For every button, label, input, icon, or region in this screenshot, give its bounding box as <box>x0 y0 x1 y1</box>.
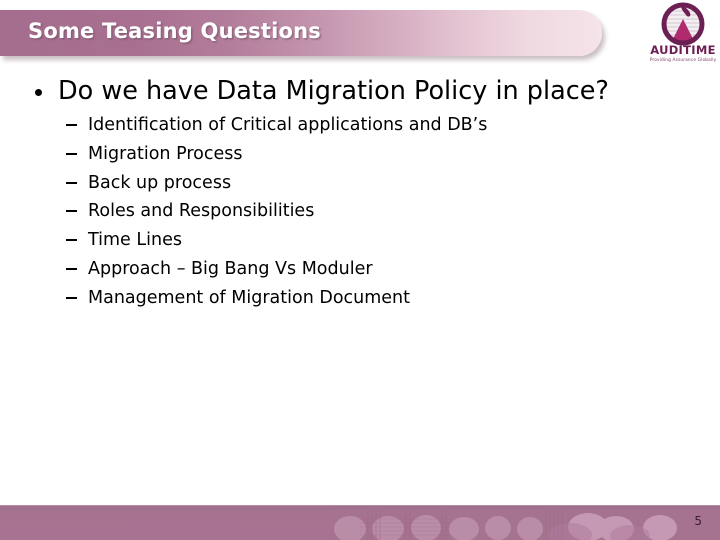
dash-bullet-icon <box>66 239 77 242</box>
list-item: Approach – Big Bang Vs Moduler <box>0 255 720 284</box>
list-item: Time Lines <box>0 226 720 255</box>
list-item: Management of Migration Document <box>0 284 720 313</box>
logo-wordmark: AUDITIME <box>648 43 718 57</box>
sub-bullet-text: Migration Process <box>88 143 243 164</box>
list-item: Roles and Responsibilities <box>0 197 720 226</box>
slide-content: Do we have Data Migration Policy in plac… <box>0 76 720 313</box>
page-title: Some Teasing Questions <box>28 19 321 43</box>
slide-title-banner: Some Teasing Questions <box>0 10 602 56</box>
sub-bullet-text: Time Lines <box>88 230 182 251</box>
dash-bullet-icon <box>66 267 77 270</box>
list-item: Identification of Critical applications … <box>0 111 720 140</box>
dash-bullet-icon <box>66 152 77 155</box>
dash-bullet-icon <box>66 296 77 299</box>
logo-tagline: Providing Assurance Globally <box>649 57 717 63</box>
auditime-logo: AUDITIME Providing Assurance Globally <box>648 2 718 68</box>
main-bullet-item: Do we have Data Migration Policy in plac… <box>0 76 720 107</box>
page-number: 5 <box>694 514 702 528</box>
bullet-dot-icon <box>35 89 42 96</box>
sub-bullet-text: Back up process <box>88 172 232 193</box>
main-bullet-text: Do we have Data Migration Policy in plac… <box>58 76 609 106</box>
dash-bullet-icon <box>66 181 77 184</box>
slide-footer-band: 5 <box>0 505 720 540</box>
list-item: Migration Process <box>0 140 720 169</box>
presentation-slide: Some Teasing Questions AUDITIME Providin… <box>0 0 720 540</box>
sub-bullet-text: Identification of Critical applications … <box>88 115 488 135</box>
dash-bullet-icon <box>66 124 77 126</box>
list-item: Back up process <box>0 169 720 198</box>
sub-bullet-text: Management of Migration Document <box>88 287 411 308</box>
sub-bullet-text: Approach – Big Bang Vs Moduler <box>88 258 373 279</box>
footer-decoration <box>330 509 720 540</box>
dash-bullet-icon <box>66 210 77 213</box>
logo-wordmark-text: AUDITIME <box>650 43 716 57</box>
circle-mountain-logo-icon <box>661 2 705 46</box>
sub-bullet-list: Identification of Critical applications … <box>0 111 720 313</box>
sub-bullet-text: Roles and Responsibilities <box>88 201 315 222</box>
